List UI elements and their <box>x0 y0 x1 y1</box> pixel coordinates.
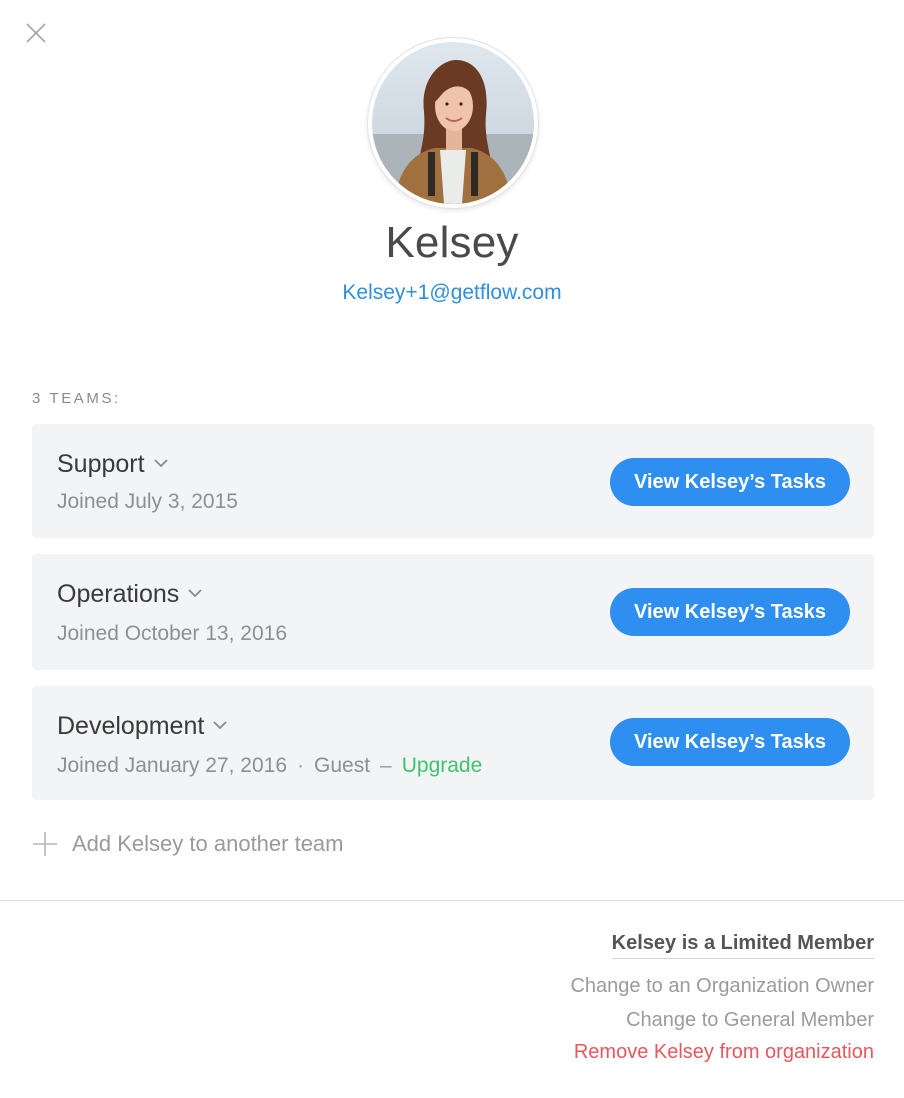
team-name-label: Development <box>57 712 205 740</box>
team-card-development: Development Joined January 27, 2016 · Gues… <box>32 686 874 800</box>
team-joined-date: Joined January 27, 2016 <box>57 754 288 777</box>
upgrade-link[interactable]: Upgrade <box>402 754 483 777</box>
avatar-photo <box>372 42 534 204</box>
member-email-link[interactable]: Kelsey+1@getflow.com <box>0 281 904 305</box>
team-joined-date: Joined July 3, 2015 <box>57 490 238 513</box>
team-name-dropdown[interactable]: Development <box>57 712 228 741</box>
avatar <box>368 38 538 208</box>
add-to-team-label: Add Kelsey to another team <box>72 831 344 856</box>
team-meta-line: Joined January 27, 2016 · Guest – Upgrade <box>57 754 482 778</box>
remove-member-link[interactable]: Remove Kelsey from organization <box>574 1041 874 1064</box>
view-tasks-button[interactable]: View Kelsey’s Tasks <box>610 718 850 766</box>
add-to-team-button[interactable]: Add Kelsey to another team <box>32 826 344 862</box>
member-name: Kelsey <box>385 218 519 267</box>
change-to-general-link[interactable]: Change to General Member <box>626 1009 874 1032</box>
team-name-label: Operations <box>57 580 180 608</box>
member-profile-panel: Kelsey Kelsey+1@getflow.com 3 TEAMS: Sup… <box>0 0 904 1098</box>
meta-separator: · <box>297 754 305 777</box>
close-button[interactable] <box>23 20 49 46</box>
team-name-dropdown[interactable]: Operations <box>57 580 203 609</box>
chevron-down-icon <box>188 589 202 598</box>
team-card-operations: Operations Joined October 13, 2016 View … <box>32 554 874 670</box>
membership-status[interactable]: Kelsey is a Limited Member <box>611 932 874 959</box>
meta-dash: – <box>380 754 392 777</box>
section-divider <box>0 900 904 901</box>
teams-count-heading: 3 TEAMS: <box>32 390 121 407</box>
chevron-down-icon <box>153 459 168 468</box>
team-name-label: Support <box>57 450 145 478</box>
view-tasks-button[interactable]: View Kelsey’s Tasks <box>610 588 850 636</box>
view-tasks-button[interactable]: View Kelsey’s Tasks <box>610 458 850 506</box>
change-to-owner-link[interactable]: Change to an Organization Owner <box>570 975 874 998</box>
team-name-dropdown[interactable]: Support <box>57 450 169 479</box>
close-icon <box>26 23 46 43</box>
team-joined-date: Joined October 13, 2016 <box>57 622 287 645</box>
team-card-support: Support Joined July 3, 2015 View Kelsey’… <box>32 424 874 538</box>
plus-icon <box>33 832 57 856</box>
team-role: Guest <box>314 754 371 777</box>
chevron-down-icon <box>213 721 227 730</box>
